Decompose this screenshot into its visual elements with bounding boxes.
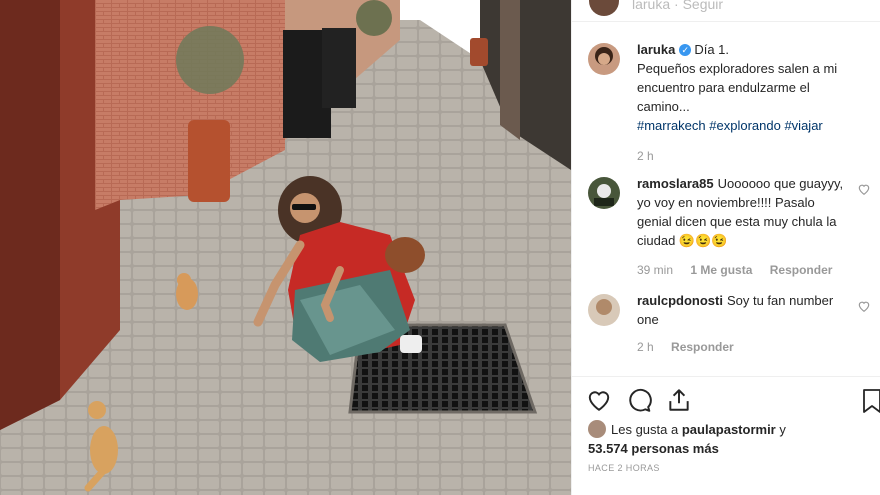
comment-thread: laruka ✓ Día 1. Pequeños exploradores sale… <box>572 40 880 354</box>
share-icon[interactable] <box>666 387 692 413</box>
comment-username[interactable]: ramoslara85 <box>637 176 714 191</box>
caption-username[interactable]: laruka <box>637 42 675 57</box>
likes-prefix: Les gusta a <box>611 422 682 437</box>
post-photo[interactable] <box>0 0 571 495</box>
save-icon[interactable] <box>863 389 880 413</box>
comment-time[interactable]: 2 h <box>637 340 654 354</box>
caption-meta: 2 h <box>637 149 851 163</box>
avatar[interactable] <box>588 43 620 75</box>
verified-badge-icon: ✓ <box>679 44 692 56</box>
header-avatar[interactable] <box>589 0 619 16</box>
post-timestamp[interactable]: HACE 2 HORAS <box>588 463 660 473</box>
comment-meta: 39 min 1 Me gusta Responder <box>637 263 851 277</box>
avatar[interactable] <box>588 177 620 209</box>
comment-likes[interactable]: 1 Me gusta <box>690 263 752 277</box>
comment-like-icon[interactable] <box>857 182 871 196</box>
reply-button[interactable]: Responder <box>770 263 833 277</box>
post-header: laruka · Seguir <box>572 0 880 22</box>
marrakech-alley-photo <box>0 0 571 495</box>
likes-count[interactable]: 53.574 personas más <box>588 441 719 456</box>
caption-text-block: laruka ✓ Día 1. Pequeños exploradores sale… <box>637 40 851 135</box>
comment-username[interactable]: raulcpdonosti <box>637 293 723 308</box>
comment: ramoslara85 Uoooooo que guayyy, yo voy en… <box>572 174 880 277</box>
likes-summary: Les gusta a paulapastormir y 53.574 pers… <box>588 420 786 458</box>
comment: raulcpdonosti Soy tu fan number one 2 h R… <box>572 291 880 354</box>
avatar[interactable] <box>588 294 620 326</box>
comment-icon[interactable] <box>626 387 652 413</box>
action-bar: Les gusta a paulapastormir y 53.574 pers… <box>572 376 880 494</box>
comment-meta: 2 h Responder <box>637 340 851 354</box>
caption-time[interactable]: 2 h <box>637 149 654 163</box>
comment-like-icon[interactable] <box>857 299 871 313</box>
action-icons <box>586 387 692 415</box>
comments-panel: laruka · Seguir laruka ✓ Día 1. Pequeños e… <box>571 0 880 495</box>
reply-button[interactable]: Responder <box>671 340 734 354</box>
instagram-post: laruka · Seguir laruka ✓ Día 1. Pequeños e… <box>0 0 880 495</box>
comment-text-block: raulcpdonosti Soy tu fan number one <box>637 291 851 329</box>
hashtags: #marrakech #explorando #viajar <box>637 116 851 135</box>
likes-mid: y <box>775 422 786 437</box>
comment-text-block: ramoslara85 Uoooooo que guayyy, yo voy en… <box>637 174 851 250</box>
caption: laruka ✓ Día 1. Pequeños exploradores sale… <box>572 40 880 163</box>
comment-time[interactable]: 39 min <box>637 263 673 277</box>
hashtag[interactable]: #marrakech <box>637 118 706 133</box>
hashtag[interactable]: #viajar <box>784 118 822 133</box>
liker-avatar[interactable] <box>588 420 606 438</box>
header-username[interactable]: laruka · Seguir <box>632 0 723 12</box>
hashtag[interactable]: #explorando <box>709 118 781 133</box>
liker-username[interactable]: paulapastormir <box>682 422 776 437</box>
heart-icon[interactable] <box>586 387 612 413</box>
